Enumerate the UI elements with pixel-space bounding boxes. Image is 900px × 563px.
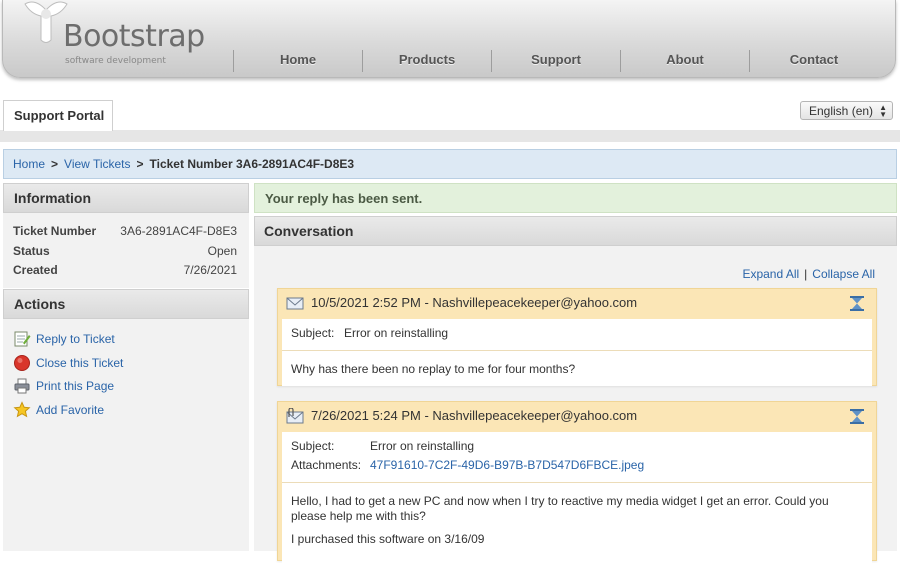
message-header-text: 7/26/2021 5:24 PM - Nashvillepeacekeeper… (311, 408, 638, 423)
message-paragraph: Hello, I had to get a new PC and now whe… (291, 494, 829, 523)
portal-bar (0, 130, 900, 142)
message-paragraph: I purchased this software on 3/16/09 (291, 532, 485, 546)
main-nav: Home Products Support About Contact (233, 50, 878, 72)
breadcrumb-home[interactable]: Home (13, 157, 45, 171)
tab-support-portal[interactable]: Support Portal (3, 100, 113, 131)
collapse-all-link[interactable]: Collapse All (812, 267, 875, 281)
nav-about[interactable]: About (620, 50, 749, 72)
attachment-link[interactable]: 47F91610-7C2F-49D6-B97B-B7D547D6FBCE.jpe… (370, 458, 644, 472)
breadcrumb-separator: > (51, 157, 59, 171)
info-label: Created (13, 263, 58, 277)
message-meta: Subject: Error on reinstalling Attachmen… (282, 432, 872, 483)
subject-value: Error on reinstalling (344, 326, 449, 340)
message-body: Hello, I had to get a new PC and now whe… (282, 483, 872, 563)
info-row-ticket-number: Ticket Number 3A6-2891AC4F-D8E3 (3, 224, 249, 244)
message-header[interactable]: 10/5/2021 2:52 PM - Nashvillepeacekeeper… (278, 289, 876, 319)
actions-panel: Reply to Ticket Close this Ticket Print … (3, 319, 249, 551)
info-label: Ticket Number (13, 224, 97, 238)
info-label: Status (13, 243, 50, 258)
separator: | (804, 267, 808, 281)
info-value: Open (207, 243, 237, 258)
envelope-attachment-icon (286, 408, 304, 424)
subject-label: Subject: (291, 439, 335, 453)
message-paragraph: Why has there been no replay to me for f… (291, 362, 576, 376)
hourglass-icon[interactable] (850, 409, 864, 424)
breadcrumb-separator: > (136, 157, 144, 171)
subject-row: Subject: Error on reinstalling (291, 326, 872, 344)
action-reply-to-ticket[interactable]: Reply to Ticket (3, 331, 249, 356)
message-header[interactable]: 7/26/2021 5:24 PM - Nashvillepeacekeeper… (278, 402, 876, 432)
expand-collapse-controls: Expand All | Collapse All (742, 267, 875, 281)
action-close-ticket[interactable]: Close this Ticket (3, 354, 249, 380)
nav-contact[interactable]: Contact (749, 50, 878, 72)
note-edit-icon (14, 331, 31, 347)
action-label[interactable]: Print this Page (36, 379, 114, 393)
nav-products[interactable]: Products (362, 50, 491, 72)
select-arrows-icon: ▲ ▼ (879, 103, 887, 119)
actions-heading: Actions (3, 289, 249, 319)
message-body: Why has there been no replay to me for f… (282, 351, 872, 386)
information-panel: Ticket Number 3A6-2891AC4F-D8E3 Status O… (3, 213, 249, 288)
printer-icon (14, 378, 30, 394)
expand-all-link[interactable]: Expand All (742, 267, 799, 281)
action-label[interactable]: Reply to Ticket (36, 332, 115, 346)
site-header: Bootstrap software development Home Prod… (2, 0, 896, 78)
envelope-icon (286, 297, 304, 310)
info-value: 7/26/2021 (183, 263, 237, 277)
message-card: 7/26/2021 5:24 PM - Nashvillepeacekeeper… (277, 401, 877, 563)
red-circle-icon (14, 354, 30, 371)
conversation-panel: Expand All | Collapse All 10/5/2021 2:52 P… (254, 246, 897, 563)
attachments-label: Attachments: (291, 458, 362, 472)
subject-row: Subject: Error on reinstalling (291, 439, 872, 458)
info-row-status: Status Open (3, 244, 249, 264)
breadcrumb-view-tickets[interactable]: View Tickets (64, 157, 130, 171)
message-meta: Subject: Error on reinstalling (282, 319, 872, 351)
action-add-favorite[interactable]: Add Favorite (3, 400, 249, 427)
message-card: 10/5/2021 2:52 PM - Nashvillepeacekeeper… (277, 288, 877, 386)
breadcrumb-current: Ticket Number 3A6-2891AC4F-D8E3 (149, 157, 355, 171)
action-label[interactable]: Add Favorite (36, 403, 104, 417)
action-print-page[interactable]: Print this Page (3, 378, 249, 403)
nav-support[interactable]: Support (491, 50, 620, 72)
nav-home[interactable]: Home (233, 50, 362, 72)
reply-sent-notice: Your reply has been sent. (254, 183, 897, 213)
language-value: English (en) (809, 104, 874, 118)
info-value: 3A6-2891AC4F-D8E3 (120, 224, 237, 238)
subject-value: Error on reinstalling (370, 439, 475, 453)
brand-name[interactable]: Bootstrap (63, 22, 205, 52)
message-header-text: 10/5/2021 2:52 PM - Nashvillepeacekeeper… (311, 295, 638, 310)
information-heading: Information (3, 183, 249, 213)
conversation-heading: Conversation (254, 216, 897, 246)
breadcrumb: Home > View Tickets > Ticket Number 3A6-2891… (3, 149, 897, 179)
attachments-row: Attachments: 47F91610-7C2F-49D6-B97B-B7D… (291, 458, 872, 476)
hourglass-icon[interactable] (850, 296, 864, 311)
brand-tagline: software development (65, 56, 166, 66)
subject-label: Subject: (291, 326, 335, 340)
language-select[interactable]: English (en) ▲ ▼ (800, 101, 893, 120)
action-label[interactable]: Close this Ticket (36, 356, 123, 370)
info-row-created: Created 7/26/2021 (3, 263, 249, 283)
star-icon (13, 400, 31, 417)
